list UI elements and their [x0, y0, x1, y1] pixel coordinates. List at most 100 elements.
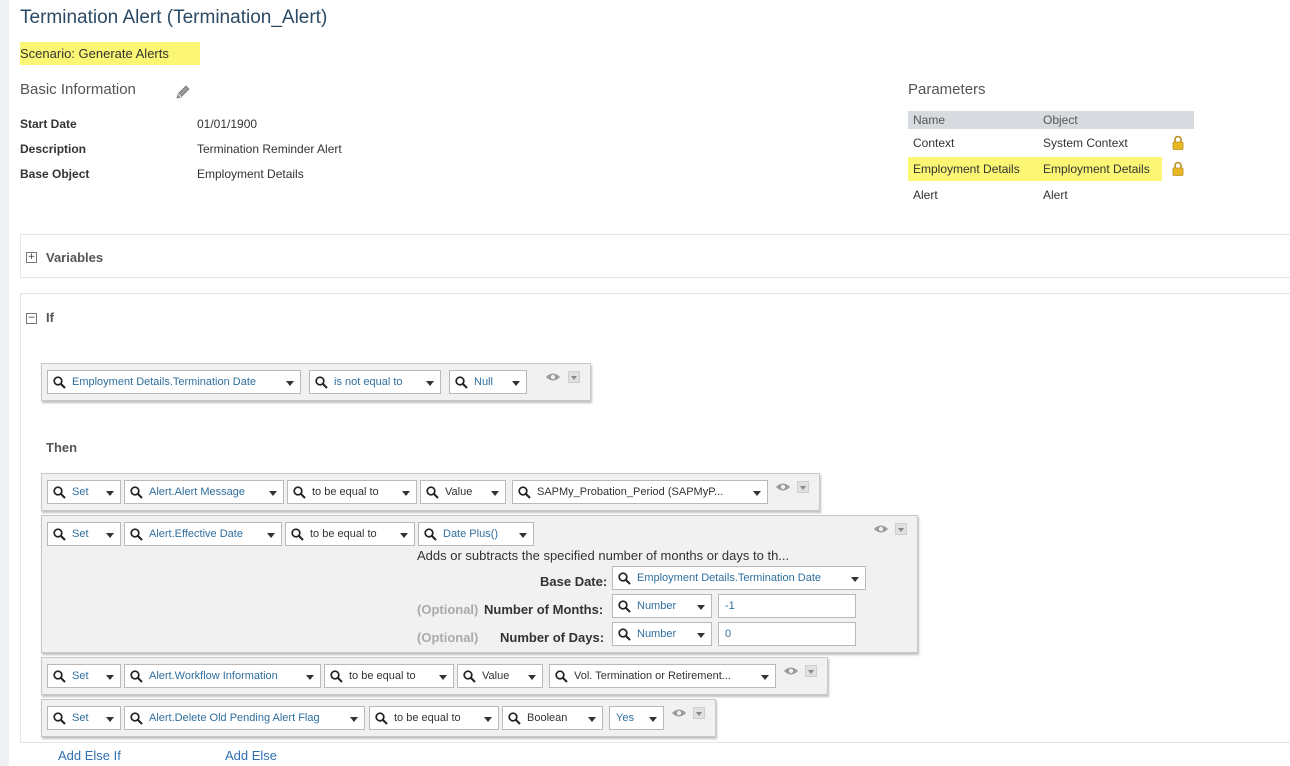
value-type-select[interactable]: Value	[457, 664, 543, 688]
expand-variables-toggle[interactable]: +	[26, 252, 37, 263]
chevron-down-icon	[697, 633, 705, 638]
row-menu-dropdown[interactable]	[693, 707, 705, 719]
search-icon	[130, 712, 143, 725]
collapse-if-toggle[interactable]: −	[26, 313, 37, 324]
action-select[interactable]: Set	[47, 664, 121, 688]
search-icon	[618, 572, 631, 585]
search-icon	[130, 486, 143, 499]
search-icon	[555, 670, 568, 683]
parameters-header-row: Name Object	[908, 111, 1194, 129]
chevron-down-icon	[512, 381, 520, 386]
description-label: Description	[20, 142, 87, 156]
description-value: Termination Reminder Alert	[197, 142, 342, 156]
chevron-down-icon	[491, 491, 499, 496]
add-else-link[interactable]: Add Else	[225, 748, 277, 763]
search-icon	[315, 376, 328, 389]
search-icon	[426, 486, 439, 499]
row-menu-dropdown[interactable]	[797, 481, 809, 493]
search-icon	[130, 528, 143, 541]
function-description: Adds or subtracts the specified number o…	[417, 548, 790, 563]
row-menu-dropdown[interactable]	[568, 371, 580, 383]
start-date-label: Start Date	[20, 117, 77, 131]
days-type-select[interactable]: Number	[612, 622, 712, 646]
search-icon	[618, 628, 631, 641]
months-type-select[interactable]: Number	[612, 594, 712, 618]
param-row-object: System Context	[1043, 136, 1128, 150]
operator-select[interactable]: to be equal to	[285, 522, 415, 546]
search-icon	[293, 486, 306, 499]
boolean-value-select[interactable]: Yes	[609, 706, 664, 730]
search-icon	[130, 670, 143, 683]
row-menu-dropdown[interactable]	[805, 665, 817, 677]
operator-select[interactable]: to be equal to	[324, 664, 454, 688]
operator-select[interactable]: to be equal to	[369, 706, 499, 730]
optional-label: (Optional)	[417, 630, 479, 645]
value-select[interactable]: SAPMy_Probation_Period (SAPMyP...	[512, 480, 768, 504]
search-icon	[508, 712, 521, 725]
days-input[interactable]: 0	[718, 622, 856, 646]
parameters-heading: Parameters	[908, 81, 986, 98]
chevron-down-icon	[306, 675, 314, 680]
function-select[interactable]: Date Plus()	[418, 522, 534, 546]
basic-info-heading: Basic Information	[20, 81, 136, 98]
base-object-label: Base Object	[20, 167, 90, 181]
chevron-down-icon	[286, 381, 294, 386]
left-border	[0, 0, 9, 766]
search-icon	[518, 486, 531, 499]
days-label: Number of Days:	[500, 630, 605, 645]
months-input[interactable]: -1	[718, 594, 856, 618]
eye-icon[interactable]	[775, 482, 791, 492]
condition-value-select[interactable]: Null	[449, 370, 527, 394]
param-row-object: Employment Details	[1043, 162, 1150, 176]
chevron-down-icon	[649, 717, 657, 722]
eye-icon[interactable]	[545, 372, 561, 382]
param-row-name: Context	[913, 136, 955, 150]
search-icon	[424, 528, 437, 541]
chevron-down-icon	[761, 675, 769, 680]
add-else-if-link[interactable]: Add Else If	[58, 748, 121, 763]
target-field-select[interactable]: Alert.Workflow Information	[124, 664, 321, 688]
search-icon	[53, 712, 66, 725]
param-row-object: Alert	[1043, 188, 1068, 202]
chevron-down-icon	[106, 491, 114, 496]
value-type-select[interactable]: Value	[420, 480, 506, 504]
if-label: If	[46, 310, 54, 325]
condition-field-select[interactable]: Employment Details.Termination Date	[47, 370, 301, 394]
chevron-down-icon	[519, 533, 527, 538]
base-date-label: Base Date:	[540, 574, 608, 589]
variables-panel	[20, 234, 1290, 278]
page-title: Termination Alert (Termination_Alert)	[20, 7, 328, 28]
chevron-down-icon	[851, 577, 859, 582]
target-field-select[interactable]: Alert.Delete Old Pending Alert Flag	[124, 706, 365, 730]
action-select[interactable]: Set	[47, 522, 121, 546]
operator-select[interactable]: to be equal to	[287, 480, 417, 504]
param-row-name: Alert	[913, 188, 938, 202]
param-row-name: Employment Details	[913, 162, 1020, 176]
row-menu-dropdown[interactable]	[895, 523, 907, 535]
chevron-down-icon	[439, 675, 447, 680]
eye-icon[interactable]	[783, 666, 799, 676]
condition-operator-select[interactable]: is not equal to	[309, 370, 441, 394]
chevron-down-icon	[350, 717, 358, 722]
base-object-value: Employment Details	[197, 167, 304, 181]
base-date-select[interactable]: Employment Details.Termination Date	[612, 566, 866, 590]
variables-label[interactable]: Variables	[46, 250, 103, 265]
chevron-down-icon	[528, 675, 536, 680]
target-field-select[interactable]: Alert.Effective Date	[124, 522, 282, 546]
eye-icon[interactable]	[671, 708, 687, 718]
action-select[interactable]: Set	[47, 480, 121, 504]
value-select[interactable]: Vol. Termination or Retirement...	[549, 664, 776, 688]
months-label: Number of Months:	[484, 602, 604, 617]
chevron-down-icon	[106, 717, 114, 722]
chevron-down-icon	[753, 491, 761, 496]
value-type-select[interactable]: Boolean	[502, 706, 603, 730]
lock-icon	[1172, 161, 1184, 176]
chevron-down-icon	[697, 605, 705, 610]
chevron-down-icon	[106, 675, 114, 680]
edit-pencil-icon[interactable]	[175, 84, 191, 103]
search-icon	[53, 376, 66, 389]
eye-icon[interactable]	[873, 524, 889, 534]
search-icon	[330, 670, 343, 683]
target-field-select[interactable]: Alert.Alert Message	[124, 480, 284, 504]
action-select[interactable]: Set	[47, 706, 121, 730]
